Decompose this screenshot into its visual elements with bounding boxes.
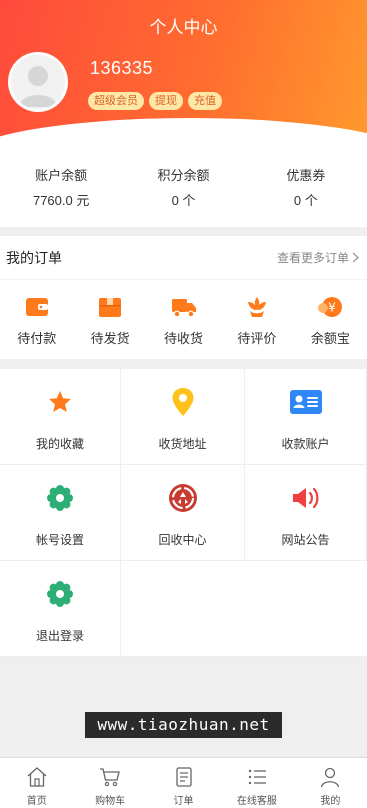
announcements-item[interactable]: 网站公告 — [245, 465, 367, 561]
tab-orders[interactable]: 订单 — [147, 758, 220, 808]
tab-cart[interactable]: 购物车 — [73, 758, 146, 808]
address-item[interactable]: 收货地址 — [121, 369, 245, 465]
profile-header: 个人中心 136335 超级会员 提现 充值 — [0, 0, 367, 155]
tab-home-label: 首页 — [26, 796, 47, 807]
account-balance-label: 账户余额 — [35, 168, 88, 183]
gear-icon — [47, 485, 73, 511]
list-icon — [248, 769, 266, 785]
header-wave — [0, 118, 367, 155]
favorites-label: 我的收藏 — [35, 437, 84, 451]
star-icon — [49, 391, 71, 412]
vip-badge[interactable]: 超级会员 — [88, 92, 144, 110]
truck-icon — [171, 299, 196, 318]
order-pending-shipment[interactable]: 待发货 — [73, 294, 146, 347]
home-icon — [27, 767, 47, 787]
tab-cart-label: 购物车 — [95, 796, 126, 807]
payment-account-item[interactable]: 收款账户 — [245, 369, 367, 465]
page-title: 个人中心 — [149, 18, 218, 37]
order-pending-review[interactable]: 待评价 — [220, 294, 293, 347]
wallet-icon — [25, 298, 48, 316]
account-settings-label: 帐号设置 — [35, 533, 84, 547]
orders-title: 我的订单 — [6, 249, 62, 266]
tab-customer-service[interactable]: 在线客服 — [220, 758, 293, 808]
order-icon — [175, 767, 192, 787]
withdraw-button[interactable]: 提现 — [149, 92, 183, 110]
account-balance[interactable]: 账户余额 7760.0 元 — [0, 155, 122, 227]
order-pending-receipt-label: 待收货 — [164, 331, 204, 346]
payment-account-label: 收款账户 — [281, 437, 330, 451]
coupon-balance-label: 优惠券 — [286, 168, 326, 183]
avatar[interactable] — [8, 52, 68, 112]
tab-mine-label: 我的 — [320, 796, 341, 807]
account-balance-value: 7760.0 元 — [32, 193, 90, 208]
points-balance-label: 积分余额 — [157, 168, 210, 183]
coupon-balance[interactable]: 优惠券 0 个 — [245, 155, 367, 227]
empty-cell — [245, 561, 367, 657]
flower-icon — [247, 297, 266, 317]
points-balance[interactable]: 积分余额 0 个 — [122, 155, 244, 227]
svg-text:¥: ¥ — [329, 301, 337, 315]
badge-row: 超级会员 提现 充值 — [88, 92, 222, 110]
cart-icon — [100, 768, 120, 787]
order-status-row: 待付款 待发货 待收货 待评价 ¥ 余额宝 — [0, 280, 367, 347]
logout-gear-icon — [47, 581, 73, 607]
logout-label: 退出登录 — [35, 629, 84, 643]
view-more-orders-link[interactable]: 查看更多订单 — [277, 249, 359, 266]
recycle-center-label: 回收中心 — [158, 533, 207, 547]
announcements-label: 网站公告 — [281, 533, 330, 547]
user-icon — [321, 767, 340, 788]
favorites-item[interactable]: 我的收藏 — [0, 369, 121, 465]
recycle-icon — [168, 484, 197, 512]
coupon-balance-value: 0 个 — [293, 193, 318, 208]
order-pending-shipment-label: 待发货 — [90, 331, 130, 346]
view-more-orders-label: 查看更多订单 — [276, 251, 349, 265]
speaker-icon — [292, 487, 318, 509]
feature-grid: 我的收藏 收货地址 收款账户 帐号设置 回收中心 网站公告 退出登录 — [0, 369, 367, 657]
empty-cell — [121, 561, 245, 657]
recharge-button[interactable]: 充值 — [188, 92, 222, 110]
my-orders-section: 我的订单 查看更多订单 待付款 待发货 待收货 待评价 ¥ 余额宝 — [0, 236, 367, 359]
chevron-right-icon — [352, 252, 359, 263]
tab-customer-service-label: 在线客服 — [236, 796, 277, 807]
order-pending-payment-label: 待付款 — [17, 331, 57, 346]
yuebao-balance[interactable]: ¥ 余额宝 — [294, 294, 367, 347]
tab-home[interactable]: 首页 — [0, 758, 73, 808]
balance-summary: 账户余额 7760.0 元 积分余额 0 个 优惠券 0 个 — [0, 155, 367, 227]
orders-header: 我的订单 查看更多订单 — [0, 236, 367, 280]
site-watermark: www.tiaozhuan.net — [85, 712, 282, 738]
order-pending-review-label: 待评价 — [237, 331, 277, 346]
account-settings-item[interactable]: 帐号设置 — [0, 465, 121, 561]
order-pending-receipt[interactable]: 待收货 — [147, 294, 220, 347]
username: 136335 — [90, 58, 154, 78]
tab-orders-label: 订单 — [173, 796, 194, 807]
address-label: 收货地址 — [158, 437, 207, 451]
yuebao-label: 余额宝 — [310, 331, 350, 346]
coin-icon: ¥ — [318, 297, 343, 317]
order-pending-payment[interactable]: 待付款 — [0, 294, 73, 347]
location-pin-icon — [172, 388, 193, 416]
box-icon — [99, 298, 122, 317]
tab-mine[interactable]: 我的 — [294, 758, 367, 808]
bottom-tab-bar: 首页 购物车 订单 在线客服 我的 — [0, 757, 367, 808]
points-balance-value: 0 个 — [171, 193, 196, 208]
id-card-icon — [289, 390, 322, 414]
recycle-center-item[interactable]: 回收中心 — [121, 465, 245, 561]
user-avatar-icon — [11, 55, 65, 109]
logout-item[interactable]: 退出登录 — [0, 561, 121, 657]
